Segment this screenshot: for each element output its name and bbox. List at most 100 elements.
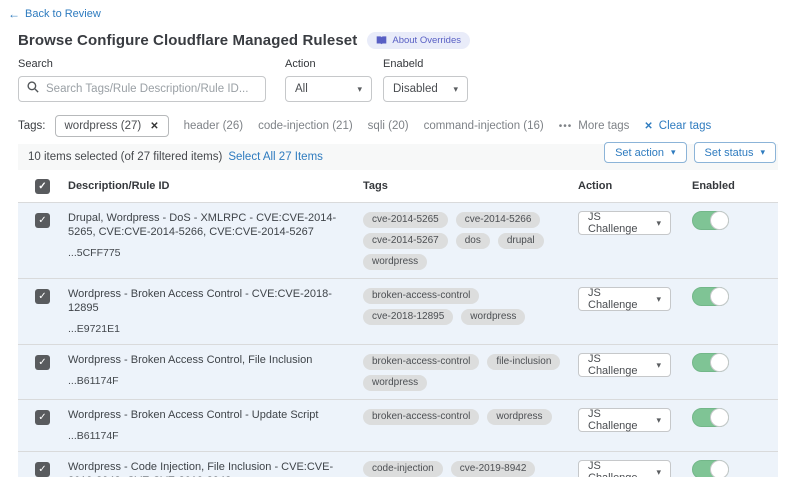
- tag-pill: cve-2019-8942: [451, 461, 536, 477]
- search-group: Search: [18, 58, 266, 102]
- clear-tags-label: Clear tags: [659, 120, 711, 132]
- set-action-button[interactable]: Set action ▾: [604, 142, 686, 163]
- tag-pill: drupal: [498, 233, 544, 249]
- enabled-toggle[interactable]: [692, 353, 729, 372]
- ellipsis-icon: •••: [559, 121, 573, 132]
- page: ← Back to Review Browse Configure Cloudf…: [0, 0, 794, 477]
- tag-pill: broken-access-control: [363, 288, 479, 304]
- chevron-down-icon: ▾: [656, 415, 661, 426]
- bulk-actions: Set action ▾ Set status ▾: [604, 142, 776, 163]
- tag-filter-header[interactable]: header (26): [184, 120, 243, 132]
- tag-pill: broken-access-control: [363, 409, 479, 425]
- rule-tags: cve-2014-5265 cve-2014-5266 cve-2014-5267 d…: [363, 211, 578, 270]
- select-all-link[interactable]: Select All 27 Items: [228, 151, 323, 163]
- action-filter-label: Action: [285, 58, 372, 70]
- enabled-toggle[interactable]: [692, 211, 729, 230]
- header-action: Action: [578, 180, 692, 192]
- tag-pill: broken-access-control: [363, 354, 479, 370]
- toggle-knob: [710, 287, 729, 306]
- set-action-label: Set action: [615, 147, 664, 159]
- rule-tags: broken-access-controlcve-2018-12895wordp…: [363, 287, 578, 325]
- tag-filter-code-injection[interactable]: code-injection (21): [258, 120, 353, 132]
- enabled-toggle[interactable]: [692, 460, 729, 477]
- row-action-select[interactable]: JS Challenge ▾: [578, 353, 671, 377]
- tag-pill: wordpress: [487, 409, 551, 425]
- rule-id: ...B61174F: [68, 374, 343, 388]
- row-action-value: JS Challenge: [588, 211, 650, 235]
- page-title: Browse Configure Cloudflare Managed Rule…: [18, 32, 357, 49]
- tags-bar: Tags: wordpress (27) ✕ header (26) code-…: [18, 115, 778, 137]
- chevron-down-icon: ▾: [656, 218, 661, 229]
- table-row: ✓ Wordpress - Broken Access Control, Fil…: [18, 345, 778, 400]
- tag-pill: wordpress: [363, 375, 427, 391]
- title-row: Browse Configure Cloudflare Managed Rule…: [18, 32, 778, 49]
- rule-tags: code-injectioncve-2019-8942cve-2019-8943…: [363, 460, 578, 477]
- row-checkbox[interactable]: ✓: [35, 410, 50, 425]
- chevron-down-icon: ▾: [656, 360, 661, 371]
- select-all-checkbox[interactable]: ✓: [35, 179, 50, 194]
- table-header: ✓ Description/Rule ID Tags Action Enable…: [18, 170, 778, 203]
- row-checkbox[interactable]: ✓: [35, 289, 50, 304]
- row-checkbox[interactable]: ✓: [35, 213, 50, 228]
- rule-description: Wordpress - Code Injection, File Inclusi…: [68, 460, 343, 477]
- row-action-value: JS Challenge: [588, 408, 650, 432]
- row-action-select[interactable]: JS Challenge ▾: [578, 287, 671, 311]
- set-status-button[interactable]: Set status ▾: [694, 142, 776, 163]
- row-action-value: JS Challenge: [588, 287, 650, 311]
- row-action-value: JS Challenge: [588, 353, 650, 377]
- rule-description: Drupal, Wordpress - DoS - XMLRPC - CVE:C…: [68, 211, 343, 239]
- tags-bar-label: Tags:: [18, 120, 46, 132]
- row-action-select[interactable]: JS Challenge ▾: [578, 460, 671, 477]
- tag-filter-command-injection[interactable]: command-injection (16): [424, 120, 544, 132]
- rule-tags: broken-access-control wordpress: [363, 408, 578, 425]
- tag-filter-sqli[interactable]: sqli (20): [368, 120, 409, 132]
- table-body: ✓ Drupal, Wordpress - DoS - XMLRPC - CVE…: [18, 203, 778, 477]
- row-action-select[interactable]: JS Challenge ▾: [578, 211, 671, 235]
- selection-bar: 10 items selected (of 27 filtered items)…: [18, 144, 778, 170]
- back-arrow-icon: ←: [8, 8, 20, 20]
- rule-id: ...E9721E1: [68, 322, 343, 336]
- chevron-down-icon: ▾: [453, 84, 458, 95]
- chevron-down-icon: ▾: [357, 84, 362, 95]
- tag-pill: cve-2014-5265: [363, 212, 448, 228]
- toggle-knob: [710, 408, 729, 427]
- action-filter-select[interactable]: All ▾: [285, 76, 372, 102]
- enabled-toggle[interactable]: [692, 408, 729, 427]
- action-filter-group: Action All ▾: [285, 58, 372, 102]
- more-tags-button[interactable]: ••• More tags: [559, 120, 630, 132]
- row-action-value: JS Challenge: [588, 460, 650, 477]
- remove-tag-icon[interactable]: ✕: [150, 121, 158, 132]
- tag-pill: cve-2014-5266: [456, 212, 541, 228]
- action-filter-value: All: [295, 83, 308, 95]
- search-icon: [27, 80, 39, 98]
- rule-id: ...5CFF775: [68, 246, 343, 260]
- selection-summary: 10 items selected (of 27 filtered items): [28, 151, 222, 163]
- enabled-filter-group: Enabeld Disabled ▾: [383, 58, 468, 102]
- toggle-knob: [710, 211, 729, 230]
- rule-description: Wordpress - Broken Access Control - CVE:…: [68, 287, 343, 315]
- about-overrides-badge[interactable]: About Overrides: [367, 32, 470, 49]
- clear-tags-button[interactable]: ✕ Clear tags: [644, 120, 711, 132]
- row-checkbox[interactable]: ✓: [35, 462, 50, 477]
- back-link[interactable]: ← Back to Review: [8, 8, 101, 20]
- tag-pill: cve-2014-5267: [363, 233, 448, 249]
- search-input[interactable]: [46, 83, 257, 95]
- rule-description: Wordpress - Broken Access Control - Upda…: [68, 408, 343, 422]
- row-checkbox[interactable]: ✓: [35, 355, 50, 370]
- row-action-select[interactable]: JS Challenge ▾: [578, 408, 671, 432]
- header-tags: Tags: [363, 180, 578, 192]
- search-box[interactable]: [18, 76, 266, 102]
- rule-id: ...B61174F: [68, 429, 343, 443]
- search-label: Search: [18, 58, 266, 70]
- more-tags-label: More tags: [578, 120, 629, 132]
- enabled-filter-select[interactable]: Disabled ▾: [383, 76, 468, 102]
- enabled-filter-value: Disabled: [393, 83, 438, 95]
- enabled-toggle[interactable]: [692, 287, 729, 306]
- rule-description: Wordpress - Broken Access Control, File …: [68, 353, 343, 367]
- tag-pill: dos: [456, 233, 490, 249]
- enabled-filter-label: Enabeld: [383, 58, 468, 70]
- selected-tag-wordpress[interactable]: wordpress (27) ✕: [55, 115, 169, 137]
- header-enabled: Enabled: [692, 180, 778, 192]
- chevron-down-icon: ▾: [656, 467, 661, 477]
- toggle-knob: [710, 460, 729, 477]
